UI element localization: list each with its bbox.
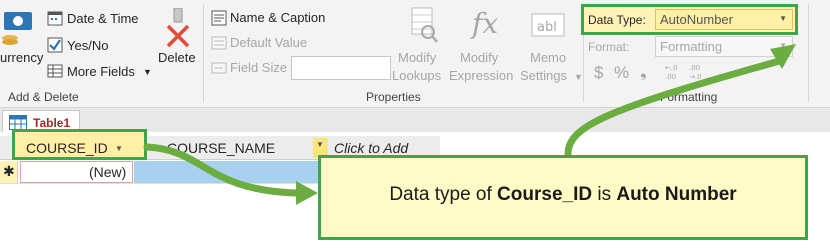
table-icon [9, 115, 27, 130]
yes-no-button[interactable]: Yes/No [67, 38, 108, 54]
data-type-chevron-icon: ▼ [779, 14, 787, 23]
new-record-marker: ✱ [3, 163, 15, 179]
checkbox-icon [47, 37, 63, 53]
column-header-course-id-label: COURSE_ID [26, 140, 108, 156]
tab-table1-label: Table1 [33, 116, 71, 130]
callout-text-part1: Data type of [389, 184, 498, 205]
modify-expression-label-2[interactable]: Expression [449, 68, 513, 84]
currency-button[interactable]: urrency [0, 50, 43, 66]
svg-text:.00: .00 [665, 73, 676, 81]
callout-text-course-id: Course_ID [497, 184, 593, 205]
comma-format-button[interactable]: ❟ [640, 62, 647, 82]
modify-expression-label-1[interactable]: Modify [460, 50, 498, 66]
increase-decimals-icon[interactable]: ←.0 .00 [664, 62, 684, 82]
ribbon: urrency Date & Time Yes/No More Fields ▼… [0, 0, 830, 108]
svg-text:abl: abl [537, 20, 557, 35]
column-header-course-name-label: COURSE_NAME [167, 140, 276, 156]
format-label: Format: [588, 40, 630, 54]
formatting-group-label: Formatting [660, 90, 718, 104]
memo-settings-label-2[interactable]: Settings [520, 68, 567, 84]
column-header-course-id[interactable]: COURSE_ID ▼ [18, 136, 144, 160]
currency-format-button[interactable]: $ [594, 63, 603, 83]
more-fields-icon [47, 63, 63, 79]
modify-lookups-icon[interactable] [408, 6, 440, 44]
field-size-label: Field Size [230, 60, 288, 75]
currency-icon[interactable] [0, 8, 34, 48]
decrease-decimals-icon[interactable]: .00 →.0 [688, 62, 708, 82]
name-caption-icon [211, 10, 227, 26]
course-name-cell[interactable] [134, 161, 318, 183]
column-header-course-name[interactable]: COURSE_NAME [150, 136, 310, 160]
properties-group-label: Properties [366, 90, 421, 104]
add-delete-group-label: Add & Delete [8, 90, 79, 104]
click-to-add-dropdown-icon: ▼ [316, 140, 324, 149]
memo-chevron-down-icon: ▼ [574, 72, 583, 82]
modify-lookups-label-2[interactable]: Lookups [392, 68, 441, 84]
data-type-select[interactable]: AutoNumber ▼ [655, 9, 793, 30]
percent-format-button[interactable]: % [614, 63, 629, 83]
fx-icon[interactable]: fx [472, 8, 498, 40]
calendar-icon [47, 10, 63, 26]
course-id-cell[interactable]: (New) [20, 161, 133, 183]
memo-settings-icon[interactable]: abl [531, 12, 565, 38]
chevron-down-icon: ▼ [143, 67, 152, 77]
callout-text-auto-number: Auto Number [616, 184, 737, 205]
delete-button[interactable]: Delete [158, 50, 196, 66]
memo-settings-label-1[interactable]: Memo [530, 50, 566, 66]
delete-icon[interactable] [163, 7, 193, 48]
callout-box: Data type of Course_ID is Auto Number [318, 155, 808, 240]
course-id-new-value: (New) [89, 164, 127, 180]
date-time-button[interactable]: Date & Time [67, 11, 139, 27]
svg-text:←.0: ←.0 [665, 64, 678, 72]
name-caption-button[interactable]: Name & Caption [230, 10, 325, 26]
format-value: Formatting [660, 39, 723, 54]
record-selector[interactable]: ✱ [0, 161, 18, 183]
format-chevron-icon: ▼ [779, 41, 787, 50]
field-size-icon [211, 60, 227, 76]
format-select[interactable]: Formatting ▼ [655, 36, 793, 57]
course-id-dropdown-icon[interactable]: ▼ [115, 137, 123, 161]
default-value-icon [211, 35, 227, 51]
svg-text:.00: .00 [689, 64, 700, 72]
more-fields-button[interactable]: More Fields [67, 64, 135, 80]
data-type-label: Data Type: [588, 13, 646, 27]
callout-text-part3: is [592, 184, 617, 205]
svg-text:→.0: →.0 [689, 73, 702, 81]
field-size-input[interactable] [291, 56, 391, 80]
callout-text: Data type of Course_ID is Auto Number [321, 184, 805, 206]
data-type-value: AutoNumber [660, 12, 733, 27]
modify-lookups-label-1[interactable]: Modify [398, 50, 436, 66]
default-value-button[interactable]: Default Value [230, 35, 307, 51]
